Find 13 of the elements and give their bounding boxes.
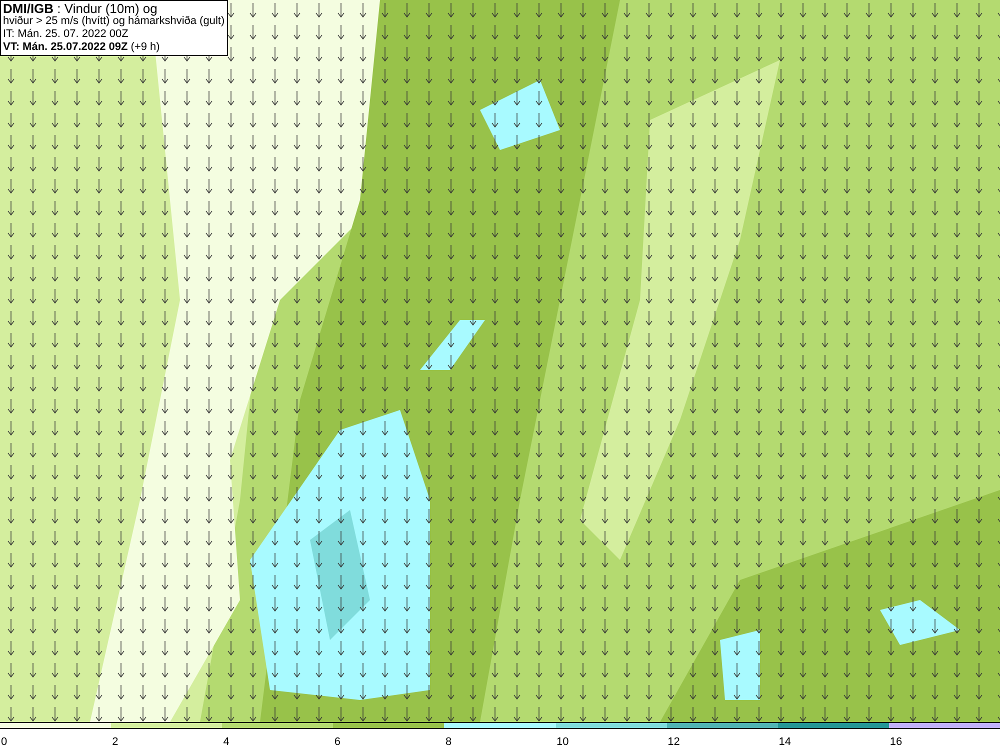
legend-label: 16 [888,736,902,748]
title-line: DMI/IGB : Vindur (10m) og [3,2,158,15]
legend-label: 2 [111,736,118,748]
legend-label: 10 [556,736,569,748]
legend-label: 8 [444,736,452,748]
title-line: IT: Mán. 25. 07. 2022 00Z [3,28,130,41]
legend-label: 0 [0,736,8,748]
legend-label: 4 [222,736,230,748]
legend-label: 6 [333,736,340,748]
title-line: hviður > 25 m/s (hvítt) og hámarkshviða (gult) [3,15,225,28]
title-line: VT: Mán. 25.07.2022 09Z (+9 h) [3,41,161,54]
legend-label: 14 [778,736,792,748]
legend-label: 12 [666,736,680,748]
